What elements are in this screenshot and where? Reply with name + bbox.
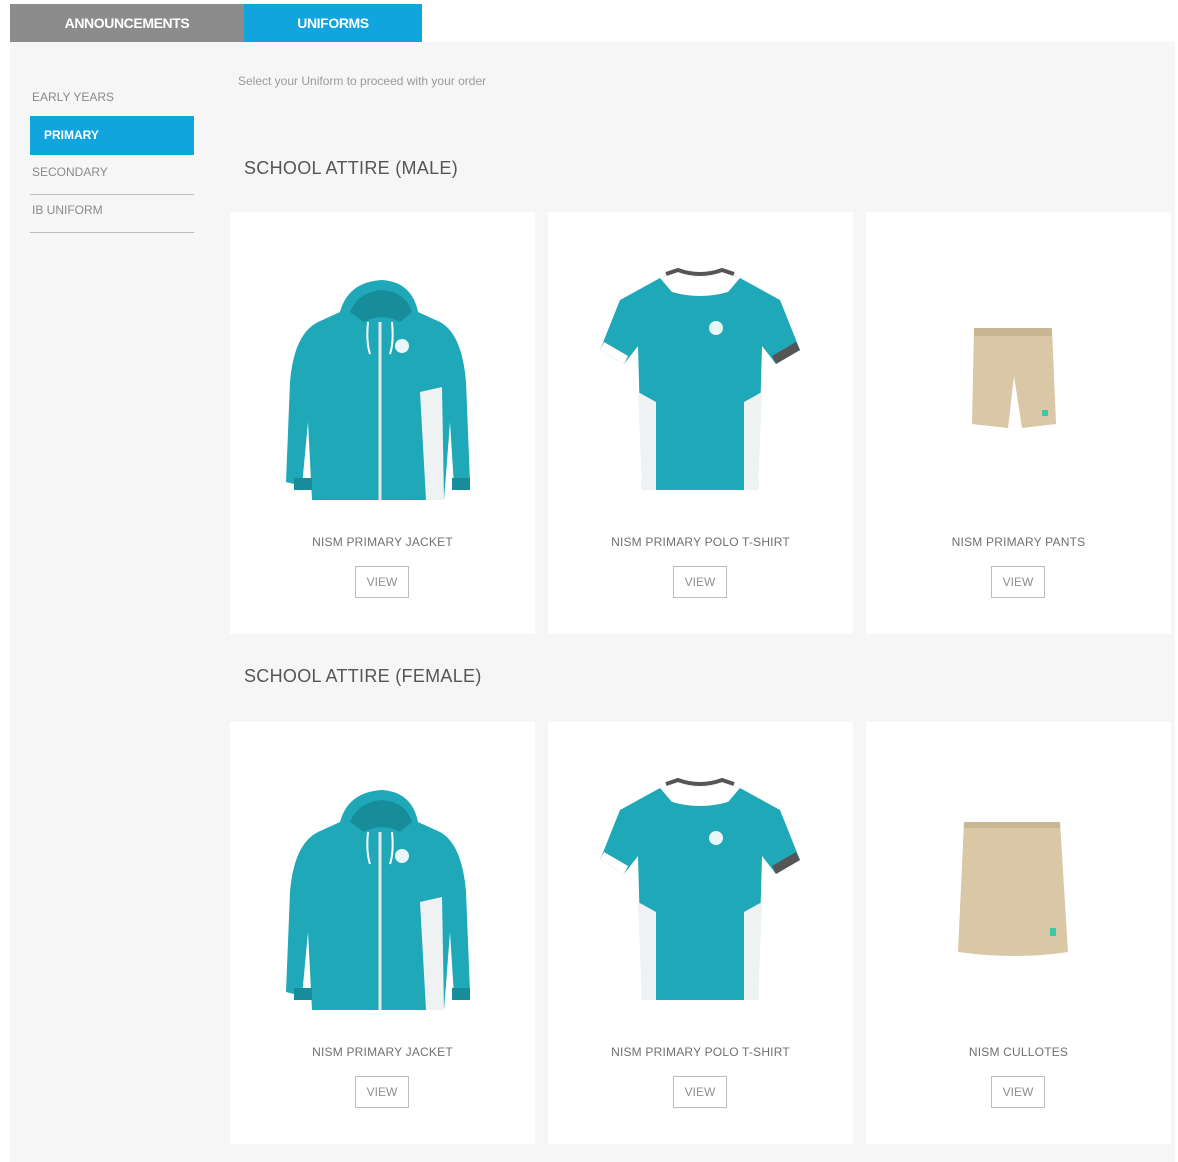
view-button[interactable]: VIEW — [673, 1076, 727, 1108]
product-name: NISM PRIMARY PANTS — [951, 535, 1086, 549]
sidebar-item-secondary[interactable]: SECONDARY — [30, 157, 194, 195]
sidebar-item-early-years[interactable]: EARLY YEARS — [30, 82, 194, 116]
level-sidebar: EARLY YEARS PRIMARY SECONDARY IB UNIFORM — [30, 82, 194, 233]
sidebar-item-ib-uniform[interactable]: IB UNIFORM — [30, 195, 194, 233]
tab-announcements[interactable]: ANNOUNCEMENTS — [10, 4, 244, 42]
polo-shirt-image — [600, 777, 800, 1000]
product-card[interactable]: NISM PRIMARY JACKET VIEW — [230, 722, 535, 1144]
product-card[interactable]: NISM PRIMARY POLO T-SHIRT VIEW — [548, 722, 853, 1144]
view-button[interactable]: VIEW — [991, 1076, 1045, 1108]
jacket-image — [286, 790, 470, 1010]
product-name: NISM CULLOTES — [968, 1045, 1069, 1059]
uniforms-panel: EARLY YEARS PRIMARY SECONDARY IB UNIFORM… — [10, 42, 1175, 1162]
product-card[interactable]: NISM PRIMARY POLO T-SHIRT VIEW — [548, 212, 853, 634]
product-name: NISM PRIMARY JACKET — [312, 535, 453, 549]
pants-image — [972, 328, 1056, 428]
view-button[interactable]: VIEW — [991, 566, 1045, 598]
product-card[interactable]: NISM CULLOTES VIEW — [866, 722, 1171, 1144]
product-name: NISM PRIMARY POLO T-SHIRT — [611, 1045, 790, 1059]
section-title-female: SCHOOL ATTIRE (FEMALE) — [244, 666, 482, 686]
section-title-male: SCHOOL ATTIRE (MALE) — [244, 158, 459, 178]
product-name: NISM PRIMARY JACKET — [312, 1045, 453, 1059]
product-name: NISM PRIMARY POLO T-SHIRT — [611, 535, 790, 549]
cullotes-image — [958, 822, 1068, 956]
main-tabs: ANNOUNCEMENTS UNIFORMS — [10, 4, 422, 42]
sidebar-item-primary[interactable]: PRIMARY — [30, 116, 194, 155]
jacket-image — [286, 280, 470, 500]
intro-text: Select your Uniform to proceed with your… — [238, 74, 487, 88]
view-button[interactable]: VIEW — [355, 1076, 409, 1108]
tab-uniforms[interactable]: UNIFORMS — [244, 4, 422, 42]
product-card[interactable]: NISM PRIMARY PANTS VIEW — [866, 212, 1171, 634]
view-button[interactable]: VIEW — [673, 566, 727, 598]
polo-shirt-image — [600, 267, 800, 490]
product-card[interactable]: NISM PRIMARY JACKET VIEW — [230, 212, 535, 634]
view-button[interactable]: VIEW — [355, 566, 409, 598]
